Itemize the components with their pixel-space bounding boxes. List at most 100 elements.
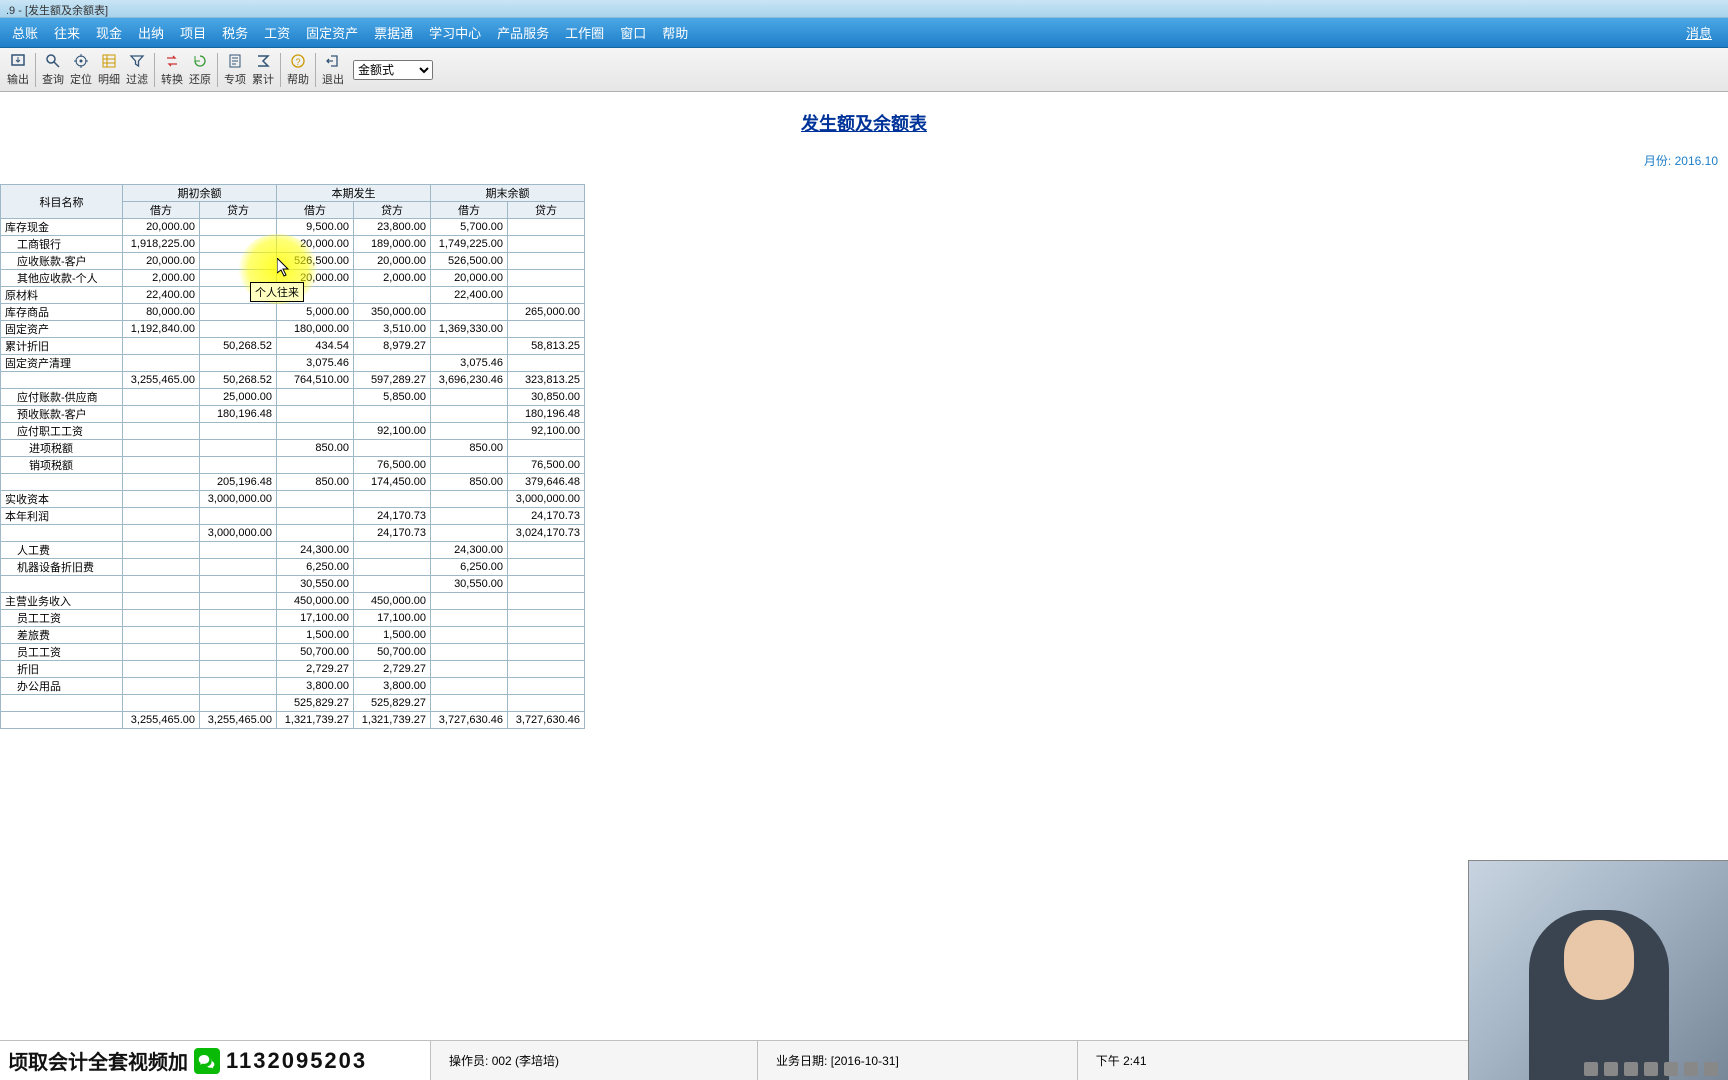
row-name: 其他应收款-个人 bbox=[1, 270, 123, 287]
menu-item-固定资产[interactable]: 固定资产 bbox=[298, 17, 366, 48]
tray-icon[interactable] bbox=[1604, 1062, 1618, 1076]
table-row[interactable]: 销项税额76,500.0076,500.00 bbox=[1, 457, 585, 474]
promo-text: 顷取会计全套视频加 bbox=[8, 1046, 188, 1075]
cell bbox=[123, 695, 200, 712]
cell: 24,170.73 bbox=[508, 508, 585, 525]
cell bbox=[431, 491, 508, 508]
table-row[interactable]: 主营业务收入450,000.00450,000.00 bbox=[1, 593, 585, 610]
table-row[interactable]: 办公用品3,800.003,800.00 bbox=[1, 678, 585, 695]
table-row[interactable]: 折旧2,729.272,729.27 bbox=[1, 661, 585, 678]
table-row[interactable]: 应付职工工资92,100.0092,100.00 bbox=[1, 423, 585, 440]
cell bbox=[200, 440, 277, 457]
menu-item-工作圈[interactable]: 工作圈 bbox=[557, 17, 612, 48]
toolbar-帮助[interactable]: ?帮助 bbox=[284, 50, 312, 90]
cell: 76,500.00 bbox=[508, 457, 585, 474]
report-title[interactable]: 发生额及余额表 bbox=[801, 114, 927, 134]
row-name: 累计折旧 bbox=[1, 338, 123, 355]
table-row[interactable]: 库存商品80,000.005,000.00350,000.00265,000.0… bbox=[1, 304, 585, 321]
table-row[interactable]: 3,000,000.0024,170.733,024,170.73 bbox=[1, 525, 585, 542]
menu-item-项目[interactable]: 项目 bbox=[172, 17, 214, 48]
message-link[interactable]: 消息 bbox=[1686, 23, 1724, 42]
table-row[interactable]: 固定资产清理3,075.463,075.46 bbox=[1, 355, 585, 372]
table-row[interactable]: 差旅费1,500.001,500.00 bbox=[1, 627, 585, 644]
toolbar: 输出查询定位明细过滤转换还原专项累计?帮助退出 金额式 bbox=[0, 48, 1728, 92]
menu-item-现金[interactable]: 现金 bbox=[88, 17, 130, 48]
table-row[interactable]: 固定资产1,192,840.00180,000.003,510.001,369,… bbox=[1, 321, 585, 338]
cell: 323,813.25 bbox=[508, 372, 585, 389]
menu-item-税务[interactable]: 税务 bbox=[214, 17, 256, 48]
cell bbox=[277, 457, 354, 474]
cell: 850.00 bbox=[431, 440, 508, 457]
toolbar-定位[interactable]: 定位 bbox=[67, 50, 95, 90]
toolbar-转换[interactable]: 转换 bbox=[158, 50, 186, 90]
cell bbox=[431, 678, 508, 695]
cell bbox=[123, 542, 200, 559]
table-row[interactable]: 205,196.48850.00174,450.00850.00379,646.… bbox=[1, 474, 585, 491]
cell bbox=[508, 355, 585, 372]
toolbar-过滤[interactable]: 过滤 bbox=[123, 50, 151, 90]
toolbar-明细[interactable]: 明细 bbox=[95, 50, 123, 90]
row-name: 机器设备折旧费 bbox=[1, 559, 123, 576]
menu-item-产品服务[interactable]: 产品服务 bbox=[489, 17, 557, 48]
table-row[interactable]: 30,550.0030,550.00 bbox=[1, 576, 585, 593]
tray-icon[interactable] bbox=[1684, 1062, 1698, 1076]
cell bbox=[123, 525, 200, 542]
table-row[interactable]: 机器设备折旧费6,250.006,250.00 bbox=[1, 559, 585, 576]
row-name: 应收账款-客户 bbox=[1, 253, 123, 270]
table-row[interactable]: 进项税额850.00850.00 bbox=[1, 440, 585, 457]
menu-item-帮助[interactable]: 帮助 bbox=[654, 17, 696, 48]
table-row[interactable]: 预收账款-客户180,196.48180,196.48 bbox=[1, 406, 585, 423]
cell bbox=[431, 423, 508, 440]
table-row[interactable]: 累计折旧50,268.52434.548,979.2758,813.25 bbox=[1, 338, 585, 355]
menu-item-窗口[interactable]: 窗口 bbox=[612, 17, 654, 48]
cell: 8,979.27 bbox=[354, 338, 431, 355]
table-row[interactable]: 员工工资50,700.0050,700.00 bbox=[1, 644, 585, 661]
toolbar-输出[interactable]: 输出 bbox=[4, 50, 32, 90]
table-row[interactable]: 人工费24,300.0024,300.00 bbox=[1, 542, 585, 559]
table-row[interactable]: 工商银行1,918,225.0020,000.00189,000.001,749… bbox=[1, 236, 585, 253]
cell: 265,000.00 bbox=[508, 304, 585, 321]
cell bbox=[123, 627, 200, 644]
toolbar-专项[interactable]: 专项 bbox=[221, 50, 249, 90]
tray-icon[interactable] bbox=[1624, 1062, 1638, 1076]
tray-icon[interactable] bbox=[1704, 1062, 1718, 1076]
menu-item-出纳[interactable]: 出纳 bbox=[130, 17, 172, 48]
table-row[interactable]: 525,829.27525,829.27 bbox=[1, 695, 585, 712]
tray-icon[interactable] bbox=[1664, 1062, 1678, 1076]
menu-item-总账[interactable]: 总账 bbox=[4, 17, 46, 48]
table-row[interactable]: 本年利润24,170.7324,170.73 bbox=[1, 508, 585, 525]
month-info: 月份: 2016.10 bbox=[1644, 152, 1718, 169]
toolbar-累计[interactable]: 累计 bbox=[249, 50, 277, 90]
cell bbox=[200, 610, 277, 627]
menu-item-学习中心[interactable]: 学习中心 bbox=[421, 17, 489, 48]
table-row[interactable]: 库存现金20,000.009,500.0023,800.005,700.00 bbox=[1, 219, 585, 236]
cell bbox=[354, 287, 431, 304]
table-row[interactable]: 实收资本3,000,000.003,000,000.00 bbox=[1, 491, 585, 508]
cell bbox=[200, 678, 277, 695]
table-row[interactable]: 3,255,465.0050,268.52764,510.00597,289.2… bbox=[1, 372, 585, 389]
row-name bbox=[1, 712, 123, 729]
cell: 92,100.00 bbox=[354, 423, 431, 440]
cell: 174,450.00 bbox=[354, 474, 431, 491]
toolbar-separator bbox=[35, 53, 36, 87]
table-row[interactable]: 应付账款-供应商25,000.005,850.0030,850.00 bbox=[1, 389, 585, 406]
cell: 180,196.48 bbox=[200, 406, 277, 423]
cell: 6,250.00 bbox=[277, 559, 354, 576]
toolbar-退出[interactable]: 退出 bbox=[319, 50, 347, 90]
table-row[interactable]: 应收账款-客户20,000.00526,500.0020,000.00526,5… bbox=[1, 253, 585, 270]
cell bbox=[123, 508, 200, 525]
amount-style-select[interactable]: 金额式 bbox=[353, 60, 433, 80]
tray-icon[interactable] bbox=[1644, 1062, 1658, 1076]
menu-item-工资[interactable]: 工资 bbox=[256, 17, 298, 48]
table-row[interactable]: 3,255,465.003,255,465.001,321,739.271,32… bbox=[1, 712, 585, 729]
menu-item-往来[interactable]: 往来 bbox=[46, 17, 88, 48]
table-row[interactable]: 员工工资17,100.0017,100.00 bbox=[1, 610, 585, 627]
过滤-icon bbox=[129, 53, 145, 69]
cell bbox=[431, 593, 508, 610]
cell bbox=[123, 406, 200, 423]
toolbar-查询[interactable]: 查询 bbox=[39, 50, 67, 90]
tray-icon[interactable] bbox=[1584, 1062, 1598, 1076]
toolbar-还原[interactable]: 还原 bbox=[186, 50, 214, 90]
menu-item-票据通[interactable]: 票据通 bbox=[366, 17, 421, 48]
cell bbox=[354, 440, 431, 457]
